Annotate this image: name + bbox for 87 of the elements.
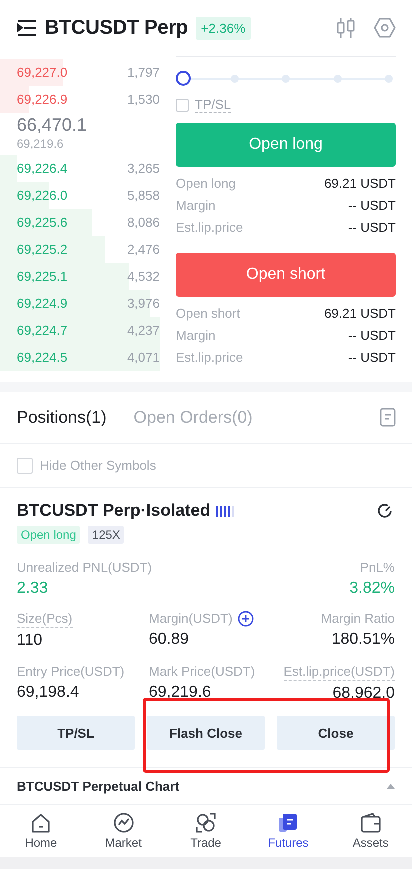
- trade-icon: [195, 812, 218, 834]
- quantity-text: 3,976: [127, 296, 160, 311]
- leverage-tag: 125X: [88, 526, 124, 544]
- stat-value: 68,962.0: [332, 685, 395, 703]
- risk-bars-icon: [216, 504, 234, 518]
- stat-label: Margin Ratio: [321, 610, 395, 627]
- stat-value: 60.89: [149, 631, 190, 649]
- detail-label: Open short: [176, 306, 240, 320]
- quantity-text: 8,086: [127, 215, 160, 230]
- quantity-text: 3,265: [127, 161, 160, 176]
- detail-label: Margin: [176, 328, 216, 342]
- action-button[interactable]: TP/SL: [17, 716, 135, 750]
- detail-label: Est.lip.price: [176, 350, 244, 364]
- nav-tab[interactable]: Market: [82, 805, 165, 857]
- stat-value: 69,219.6: [149, 684, 212, 702]
- settings-icon[interactable]: [374, 17, 396, 39]
- pnl-label: Unrealized PNL(USDT): [17, 559, 152, 576]
- detail-value: 69.21 USDT: [324, 176, 396, 190]
- slider-step[interactable]: [230, 75, 238, 83]
- nav-tab[interactable]: Trade: [164, 805, 248, 857]
- action-button[interactable]: Close: [277, 716, 395, 750]
- quantity-text: 1,797: [127, 65, 160, 80]
- slider-step[interactable]: [334, 75, 342, 83]
- stat-value: 180.51%: [332, 631, 395, 649]
- quantity-text: 4,237: [127, 323, 160, 338]
- action-button[interactable]: Flash Close: [147, 716, 265, 750]
- stat-label: Mark Price(USDT): [149, 663, 256, 680]
- last-price: 66,470.1: [16, 114, 88, 136]
- detail-value: -- USDT: [348, 198, 396, 212]
- price-text: 69,225.2: [17, 242, 68, 257]
- tab[interactable]: Positions(1): [17, 408, 107, 428]
- detail-value: -- USDT: [348, 220, 396, 234]
- chart-title[interactable]: BTCUSDT Perpetual Chart: [17, 778, 180, 794]
- menu-icon: [17, 18, 37, 38]
- detail-value: -- USDT: [348, 328, 396, 342]
- nav-tab[interactable]: Home: [0, 805, 82, 857]
- candlestick-icon[interactable]: [336, 17, 356, 39]
- pnl-value: 2.33: [17, 580, 50, 598]
- stat-label: Est.lip.price(USDT): [284, 663, 395, 681]
- quantity-text: 2,476: [127, 242, 160, 257]
- stat-label: Entry Price(USDT): [17, 663, 126, 680]
- share-icon[interactable]: [377, 502, 395, 520]
- stat-label: Size(Pcs): [17, 610, 73, 628]
- home-icon: [30, 812, 52, 834]
- nav-tab[interactable]: Assets: [330, 805, 412, 857]
- detail-label: Est.lip.price: [176, 220, 244, 234]
- stat-label: Margin(USDT): [149, 610, 233, 627]
- hide-symbols-label: Hide Other Symbols: [40, 458, 156, 473]
- price-text: 69,226.4: [17, 161, 68, 176]
- nav-tab[interactable]: Futures: [247, 805, 330, 857]
- quantity-text: 1,530: [127, 92, 160, 107]
- slider-step[interactable]: [282, 75, 290, 83]
- wallet-icon: [360, 812, 382, 834]
- detail-label: Open long: [176, 176, 236, 190]
- price-text: 69,224.5: [17, 350, 68, 365]
- stat-value: 69,198.4: [17, 684, 80, 702]
- chart-icon: [112, 812, 135, 834]
- price-text: 69,226.9: [17, 92, 68, 107]
- pnl-percent-value: 3.82%: [350, 580, 395, 598]
- price-text: 69,224.9: [17, 296, 68, 311]
- slider-thumb[interactable]: [176, 71, 191, 86]
- quantity-text: 4,532: [127, 269, 160, 284]
- symbol-title[interactable]: BTCUSDT Perp: [45, 16, 188, 40]
- mark-price: 69,219.6: [16, 136, 65, 153]
- change-badge: +2.36%: [196, 16, 251, 40]
- quantity-text: 4,071: [127, 350, 160, 365]
- slider-step[interactable]: [385, 75, 393, 83]
- price-text: 69,225.6: [17, 215, 68, 230]
- checkbox[interactable]: [176, 98, 189, 112]
- pnl-percent-label: PnL%: [360, 559, 395, 576]
- price-text: 69,224.7: [17, 323, 68, 338]
- price-text: 69,226.0: [17, 188, 68, 203]
- side-tag: Open long: [17, 526, 80, 544]
- detail-value: -- USDT: [348, 350, 396, 364]
- checkbox[interactable]: [17, 458, 33, 474]
- futures-icon: [277, 812, 300, 834]
- caret-icon[interactable]: [387, 783, 395, 789]
- quantity-text: 5,858: [127, 188, 160, 203]
- document-icon[interactable]: [380, 408, 396, 427]
- tpsl-label: TP/SL: [195, 97, 232, 113]
- price-text: 69,227.0: [17, 65, 68, 80]
- detail-label: Margin: [176, 198, 216, 212]
- stat-value: 110: [17, 632, 44, 650]
- detail-value: 69.21 USDT: [324, 306, 396, 320]
- add-icon[interactable]: [238, 610, 254, 626]
- position-title: BTCUSDT Perp·Isolated: [17, 501, 211, 521]
- price-text: 69,225.1: [17, 269, 68, 284]
